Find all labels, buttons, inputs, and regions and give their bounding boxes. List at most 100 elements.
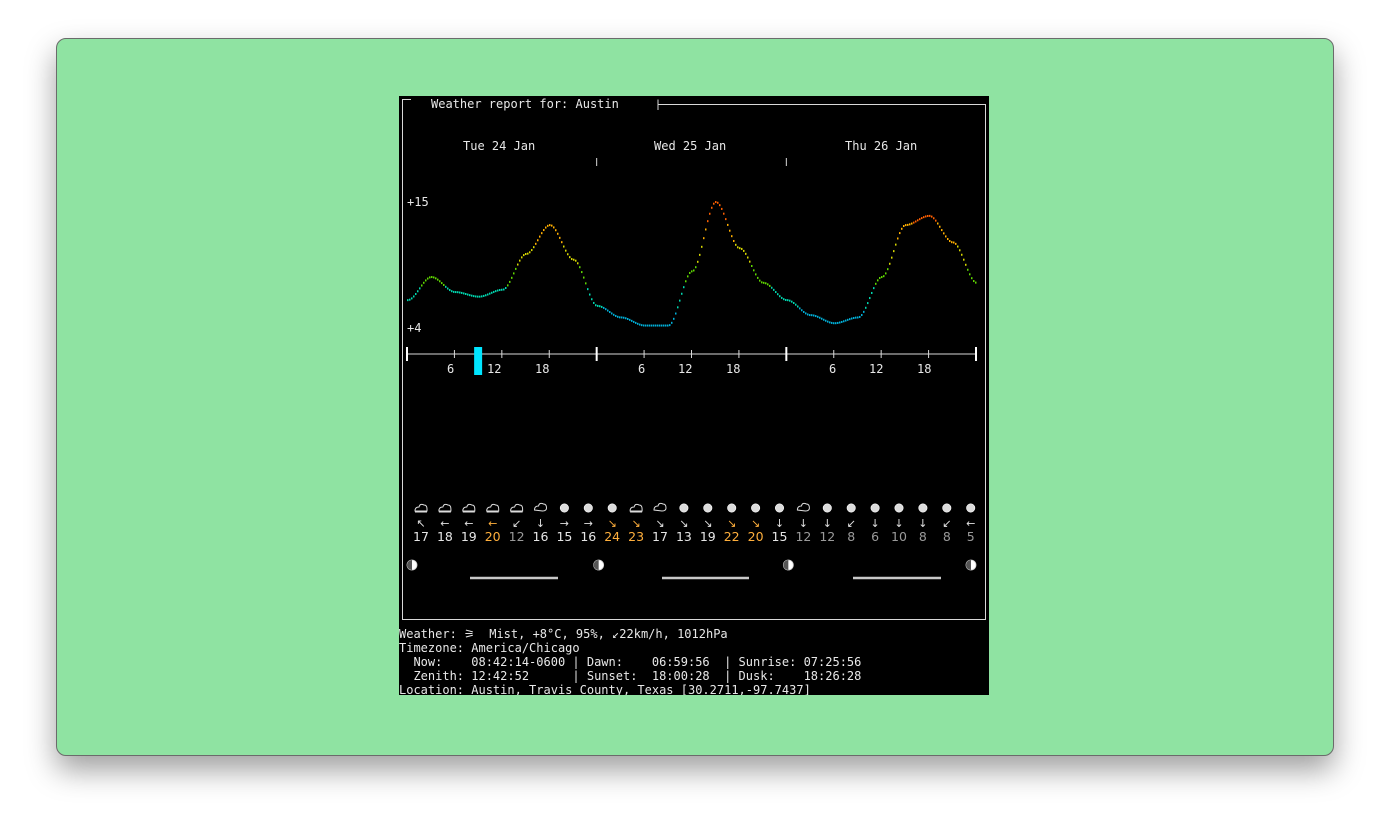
temperature-point (907, 223, 909, 226)
weather-report-frame: ↖ ← ← ← ↙ ↓ → → ↘ ↘ ↘ ↘ ↘ ↘ ↘ ↓ ↓ ↓ ↙ ↓ ↓ ↓ ↙ ←17 18 19 20 12 16 15 16… (402, 99, 986, 620)
temperature-point (489, 292, 491, 295)
temperature-point (563, 245, 565, 248)
temperature-point (789, 299, 791, 302)
current-time-marker (474, 347, 483, 375)
temperature-point (763, 281, 765, 284)
cloud-icon (533, 502, 548, 512)
temperature-point (715, 201, 717, 204)
sun-icon (703, 503, 713, 513)
temperature-point (483, 294, 485, 297)
temperature-point (883, 275, 885, 278)
temperature-point (491, 291, 493, 294)
frame-top-left-corner (402, 99, 411, 110)
sun-icon (559, 503, 569, 513)
temperature-point (581, 271, 583, 274)
temperature-point (709, 212, 711, 215)
temperature-point (839, 321, 841, 324)
temperature-point (733, 239, 735, 242)
temperature-point (813, 314, 815, 317)
wind-speed-label: 19 (461, 529, 477, 544)
temperature-point (661, 324, 663, 327)
temperature-point (603, 306, 605, 309)
temperature-point (815, 315, 817, 318)
cloud-icon (653, 502, 667, 512)
sun-disc (894, 503, 904, 513)
temperature-point (645, 324, 647, 327)
temperature-point (471, 294, 473, 297)
temperature-point (467, 293, 469, 296)
temperature-point (543, 229, 545, 232)
sun-disc (679, 503, 689, 513)
temperature-point (453, 290, 455, 293)
sun-disc (703, 503, 713, 513)
temperature-point (477, 295, 479, 298)
partly-cloudy-icon (414, 503, 428, 513)
temperature-point (637, 322, 639, 325)
hour-label-12-day2: 12 (678, 362, 693, 376)
temperature-point (817, 315, 819, 318)
temperature-point (735, 243, 737, 246)
temperature-point (421, 284, 423, 287)
temperature-point (457, 291, 459, 294)
sun-icon (846, 503, 856, 513)
cloud-shape (510, 503, 524, 512)
temperature-point (449, 289, 451, 292)
temperature-point (495, 290, 497, 293)
temperature-point (521, 256, 523, 259)
temperature-point (433, 276, 435, 279)
temperature-point (757, 276, 759, 279)
temperature-point (741, 247, 743, 250)
partly-cloudy-icon (462, 503, 476, 513)
temperature-point (571, 258, 573, 261)
temperature-point (933, 217, 935, 220)
temperature-point (853, 316, 855, 319)
temperature-point (777, 293, 779, 296)
sun-icon (583, 503, 593, 513)
temperature-point (799, 307, 801, 310)
sun-icon (870, 503, 880, 513)
temperature-point (899, 232, 901, 235)
sun-icon (822, 503, 832, 513)
temperature-point (779, 295, 781, 298)
temperature-point (691, 270, 693, 273)
temperature-point (895, 243, 897, 246)
moon-phase-icon (593, 559, 605, 571)
temperature-point (627, 317, 629, 320)
moon-phase-icon (965, 559, 977, 571)
temperature-point (605, 308, 607, 311)
temperature-point (685, 280, 687, 283)
temperature-point (879, 276, 881, 279)
temperature-point (775, 291, 777, 294)
terminal[interactable]: ↖ ← ← ← ↙ ↓ → → ↘ ↘ ↘ ↘ ↘ ↘ ↘ ↓ ↓ ↓ ↙ ↓ ↓ ↓ ↙ ← 17 18 19 20 12 16 15 16… (399, 96, 989, 695)
temperature-point (493, 290, 495, 293)
cloud-shape (629, 503, 643, 512)
temperature-point (537, 239, 539, 242)
status-zenith: Zenith: 12:42:52 | Sunset: 18:00:28 | Du… (399, 669, 862, 683)
temperature-point (971, 277, 973, 280)
temperature-point (589, 293, 591, 296)
temperature-point (887, 268, 889, 271)
temperature-point (927, 214, 929, 217)
temperature-point (805, 312, 807, 315)
temperature-point (499, 289, 501, 292)
temperature-point (631, 319, 633, 322)
temperature-point (647, 324, 649, 327)
wind-speed-label: 20 (748, 529, 764, 544)
temperature-point (615, 314, 617, 317)
temperature-point (529, 251, 531, 254)
temperature-point (855, 316, 857, 319)
temperature-point (873, 287, 875, 290)
wind-speed-label: 16 (533, 529, 549, 544)
temperature-point (923, 216, 925, 219)
temperature-point (445, 285, 447, 288)
sun-icon (894, 503, 904, 513)
cloud-shape (533, 502, 548, 512)
sun-icon (607, 503, 617, 513)
temperature-point (423, 281, 425, 284)
temperature-point (713, 202, 715, 205)
temperature-point (501, 288, 503, 291)
temperature-point (801, 309, 803, 312)
temperature-point (965, 263, 967, 266)
temperature-point (641, 324, 643, 327)
temperature-point (505, 287, 507, 290)
